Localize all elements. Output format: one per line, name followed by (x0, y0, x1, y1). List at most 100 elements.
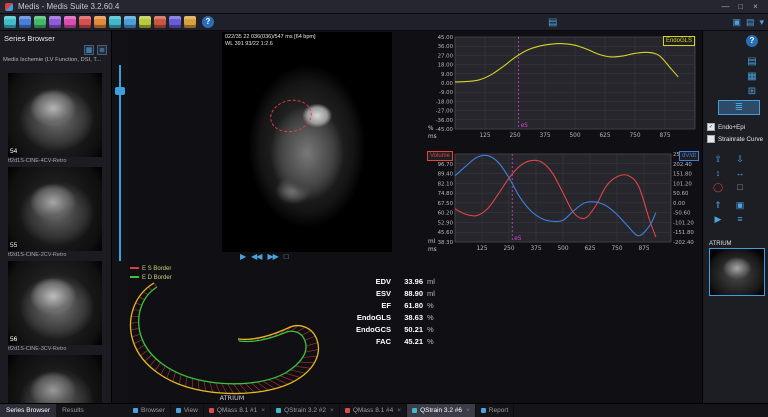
series-snapshot-icon[interactable]: ▣ (731, 199, 749, 211)
app-tab-qstrain-3-2-6[interactable]: QStrain 3.2 #6× (407, 404, 476, 417)
qflow-icon[interactable] (49, 16, 61, 28)
svg-text:750: 750 (611, 246, 622, 252)
viewer-icon[interactable] (19, 16, 31, 28)
hanging-protocol-icon[interactable]: ▤ (548, 16, 557, 29)
list-view-icon[interactable]: ≣ (97, 45, 107, 55)
q3d-icon[interactable] (124, 16, 136, 28)
analysis-settings-icon[interactable]: ≣ (718, 100, 760, 115)
svg-text:375: 375 (539, 133, 550, 139)
volume-chart[interactable]: 125250375500625750875104.0096.7089.4082.… (425, 150, 701, 264)
roi-box-icon[interactable]: □ (731, 181, 749, 193)
svg-text:ms: ms (428, 247, 437, 253)
thumbnail-view-icon[interactable]: ▦ (84, 45, 94, 55)
svg-text:625: 625 (584, 246, 595, 252)
series-thumbnail-image[interactable]: 56 (8, 261, 102, 345)
tab-close-icon[interactable]: × (397, 407, 401, 414)
checkbox-icon[interactable] (707, 135, 715, 143)
settings-icon[interactable] (184, 16, 196, 28)
svg-text:89.40: 89.40 (438, 172, 454, 178)
export-results-icon[interactable]: ⇑ (709, 199, 727, 211)
strain-chart[interactable]: 12525037550062575087545.0036.0027.0018.0… (425, 33, 701, 147)
reporting-icon[interactable] (154, 16, 166, 28)
center-workspace: 022/35 22 036(036)/547 ms [64 bpm] WL 39… (128, 31, 702, 403)
contour-shift-icon[interactable]: ↔ (731, 167, 749, 179)
help-icon[interactable]: ? (202, 16, 214, 28)
qivus-icon[interactable] (109, 16, 121, 28)
slider-handle[interactable] (115, 87, 125, 95)
app-tab-icon (481, 408, 486, 413)
qangio-xa-icon[interactable] (94, 16, 106, 28)
svg-text:27.00: 27.00 (438, 53, 454, 59)
qmass-icon[interactable] (34, 16, 46, 28)
endogls-legend-chip[interactable]: EndoGLS (663, 36, 695, 46)
svg-text:-27.00: -27.00 (436, 109, 454, 115)
qtavi-icon[interactable] (79, 16, 91, 28)
sidebar-help-icon[interactable]: ? (746, 35, 758, 47)
panel-tab-series-browser[interactable]: Series Browser (0, 404, 56, 417)
result-value: 88.90 (395, 289, 423, 298)
study-manager-icon[interactable] (4, 16, 16, 28)
mri-image[interactable] (222, 32, 392, 252)
add-panel-icon[interactable]: ⊞ (744, 85, 760, 98)
delete-contour-icon[interactable]: ◯ (709, 181, 727, 193)
app-tab-qmass-8-1-1[interactable]: QMass 8.1 #1× (204, 404, 271, 417)
app-tab-view[interactable]: View (171, 404, 204, 417)
series-thumbnail-image[interactable]: 54 (8, 73, 102, 157)
svg-text:18.00: 18.00 (438, 63, 454, 69)
minimize-icon[interactable]: — (718, 0, 733, 13)
qstrain-icon[interactable] (64, 16, 76, 28)
app-tab-icon (209, 408, 214, 413)
svg-text:ms: ms (428, 134, 437, 140)
grid-layout-icon[interactable]: ▦ (744, 70, 760, 83)
contour-expand-icon[interactable]: ↕ (709, 167, 727, 179)
film-strip-icon[interactable]: ▤ (744, 55, 760, 68)
contour-erode-icon[interactable]: ⇩ (731, 153, 749, 165)
tab-close-icon[interactable]: × (330, 407, 334, 414)
series-thumbnail-image[interactable] (8, 355, 102, 403)
report-icon[interactable]: ≡ (731, 213, 749, 225)
dropdown-caret-icon[interactable]: ▾ (759, 16, 764, 29)
app-tab-report[interactable]: Report (476, 404, 515, 417)
tab-close-icon[interactable]: × (261, 407, 265, 414)
dvdt-legend-chip[interactable]: dV/dt (679, 151, 699, 161)
svg-text:%: % (428, 126, 434, 132)
tab-close-icon[interactable]: × (466, 407, 470, 414)
series-thumbnail[interactable]: 55 tf2d1S-CINE-2CV-Retro (8, 167, 104, 258)
contour-dilate-icon[interactable]: ⇧ (709, 153, 727, 165)
close-icon[interactable]: × (748, 0, 763, 13)
play-analysis-icon[interactable]: ▶ (709, 213, 727, 225)
volume-chart-panel: 125250375500625750875104.0096.7089.4082.… (425, 150, 701, 266)
series-thumbnail-image[interactable]: 55 (8, 167, 102, 251)
checkbox-label: Strainrate Curve (718, 136, 763, 143)
export-icon[interactable] (169, 16, 181, 28)
atrium-series-thumbnail[interactable] (709, 248, 765, 296)
endo-epi-checkbox[interactable]: ✓ Endo+Epi (707, 123, 768, 131)
image-viewport[interactable]: 022/35 22 036(036)/547 ms [64 bpm] WL 39… (222, 32, 392, 252)
layout-icon[interactable]: ▤ (746, 16, 755, 29)
atrium-strain-drawing[interactable]: ATRIUM (120, 263, 360, 403)
app-tab-browser[interactable]: Browser (128, 404, 171, 417)
snapshot-icon[interactable]: ▣ (732, 16, 741, 29)
volume-legend-chip[interactable]: Volume (427, 151, 453, 161)
play-icon[interactable]: ▶ (240, 252, 245, 261)
charts-area: 12525037550062575087545.0036.0027.0018.0… (425, 31, 702, 403)
maximize-icon[interactable]: □ (733, 0, 748, 13)
series-thumbnail[interactable] (8, 355, 104, 403)
result-label: FAC (345, 337, 391, 346)
svg-text:500: 500 (569, 133, 580, 139)
result-value: 33.96 (395, 277, 423, 286)
app-tab-qmass-8-1-4[interactable]: QMass 8.1 #4× (340, 404, 407, 417)
fullscreen-icon[interactable]: □ (284, 252, 288, 261)
strainrate-curve-checkbox[interactable]: Strainrate Curve (707, 135, 768, 143)
playback-controls: ▶ ◀◀ ▶▶ □ (240, 252, 288, 261)
app-tab-qstrain-3-2-2[interactable]: QStrain 3.2 #2× (271, 404, 340, 417)
toolbar-app-icons (4, 16, 196, 28)
checkbox-icon[interactable]: ✓ (707, 123, 715, 131)
series-thumbnail[interactable]: 54 tf2d1S-CINE-4CV-Retro (8, 73, 104, 164)
skip-start-icon[interactable]: ◀◀ (251, 252, 261, 261)
skip-end-icon[interactable]: ▶▶ (267, 252, 277, 261)
qar-icon[interactable] (139, 16, 151, 28)
series-thumbnail[interactable]: 56 tf2d1S-CINE-3CV-Retro (8, 261, 104, 352)
panel-tab-results[interactable]: Results (56, 404, 90, 417)
sidebar-tool-icons: ⇧ ⇩ ↕ ↔ ◯ □ (703, 153, 768, 193)
